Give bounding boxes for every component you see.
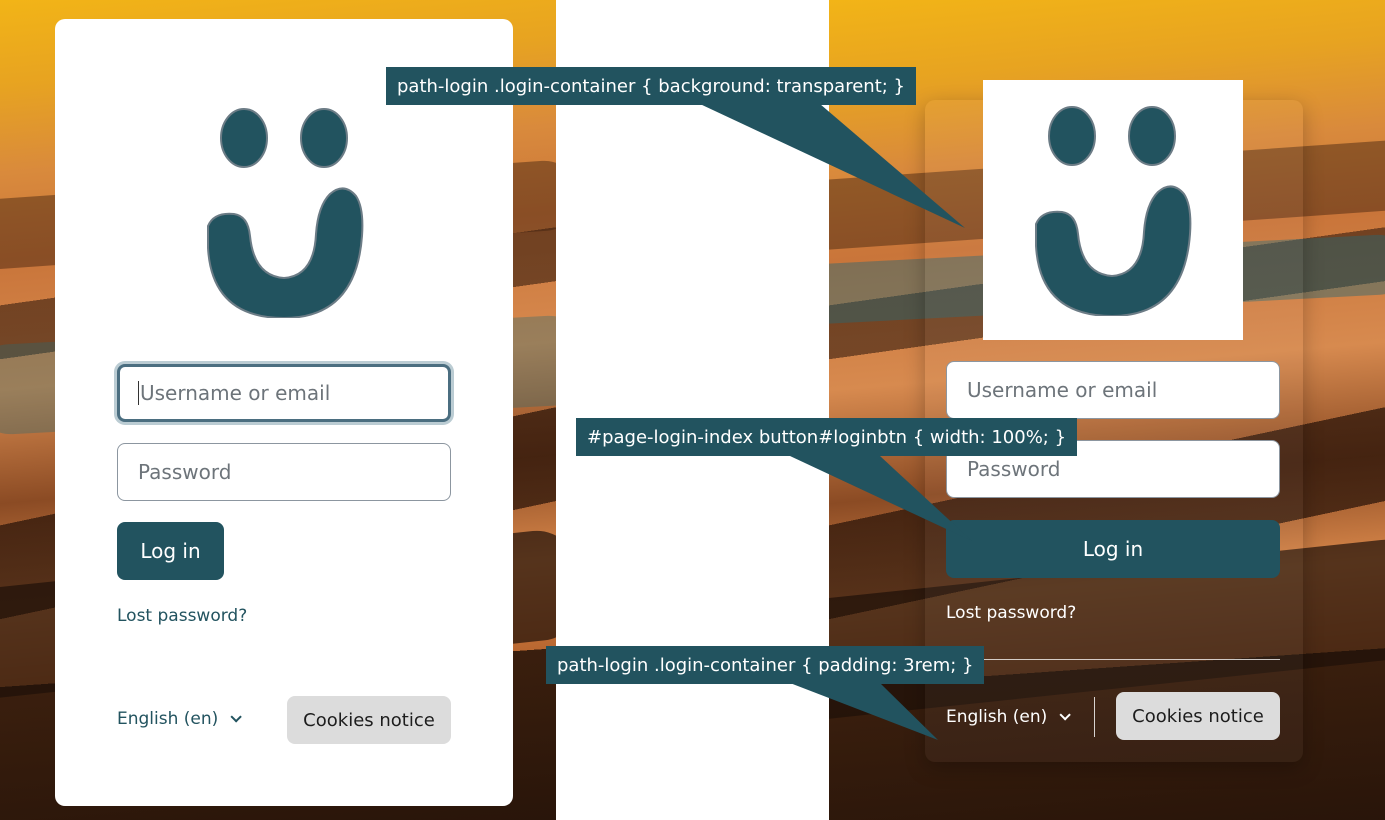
language-label: English (en) xyxy=(117,709,219,729)
smiley-logo-icon xyxy=(1032,106,1192,318)
username-placeholder: Username or email xyxy=(140,381,331,405)
cookies-notice-label-right: Cookies notice xyxy=(1132,705,1264,727)
login-button-label: Log in xyxy=(140,539,201,563)
divider-horizontal xyxy=(946,659,1280,660)
password-placeholder: Password xyxy=(138,460,232,484)
login-button-right[interactable]: Log in xyxy=(946,520,1280,578)
language-selector[interactable]: English (en) xyxy=(117,709,243,729)
callout-button-width-text: #page-login-index button#loginbtn { widt… xyxy=(587,426,1067,448)
callout-button-width: #page-login-index button#loginbtn { widt… xyxy=(576,418,1078,456)
callout-background-transparent: path-login .login-container { background… xyxy=(386,67,916,105)
username-placeholder-right: Username or email xyxy=(967,378,1158,402)
callout-background-text: path-login .login-container { background… xyxy=(397,75,905,97)
password-input[interactable]: Password xyxy=(117,443,451,501)
cookies-notice-button[interactable]: Cookies notice xyxy=(287,696,451,744)
username-input-right[interactable]: Username or email xyxy=(946,361,1280,419)
language-label-right: English (en) xyxy=(946,707,1048,727)
login-button-label-right: Log in xyxy=(1082,537,1144,561)
language-selector-right[interactable]: English (en) xyxy=(946,707,1072,727)
password-placeholder-right: Password xyxy=(967,457,1061,481)
callout-padding: path-login .login-container { padding: 3… xyxy=(546,646,985,684)
login-button[interactable]: Log in xyxy=(117,522,224,580)
cookies-notice-label: Cookies notice xyxy=(303,709,435,731)
lost-password-link[interactable]: Lost password? xyxy=(117,606,247,626)
username-input[interactable]: Username or email xyxy=(117,364,451,422)
callout-padding-text: path-login .login-container { padding: 3… xyxy=(557,654,974,676)
text-caret xyxy=(138,381,139,405)
lost-password-link-right[interactable]: Lost password? xyxy=(946,603,1076,623)
divider-vertical xyxy=(1094,697,1095,737)
cookies-notice-button-right[interactable]: Cookies notice xyxy=(1116,692,1280,740)
smiley-logo-icon xyxy=(204,108,364,320)
